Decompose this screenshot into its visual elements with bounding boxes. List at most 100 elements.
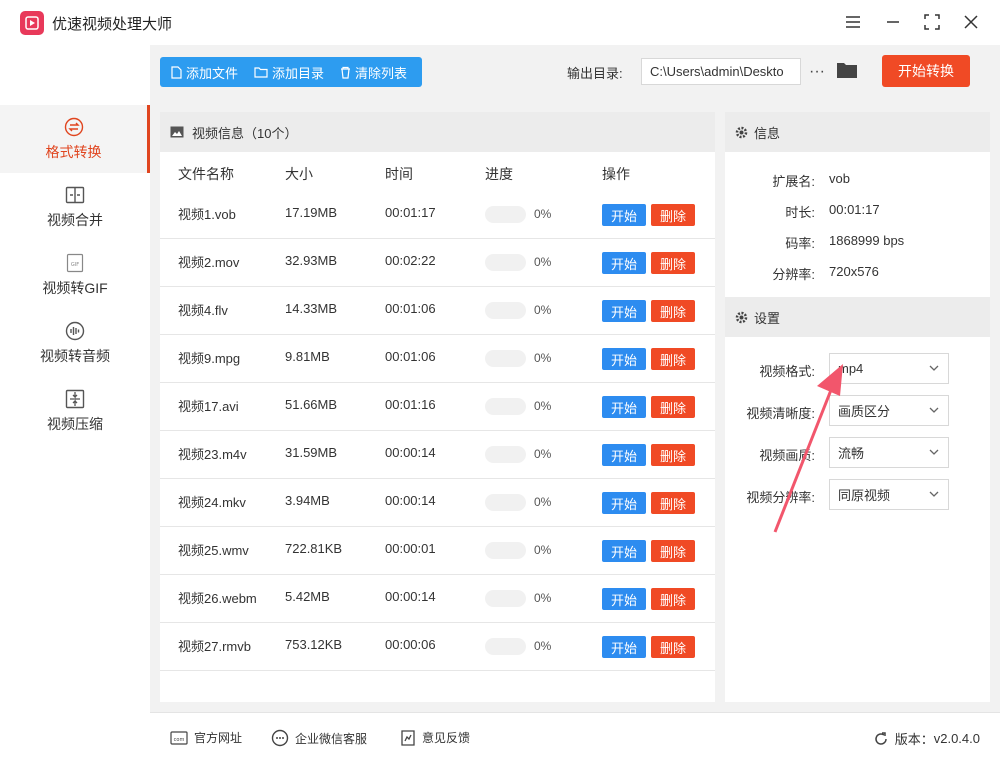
sidebar-item-compress[interactable]: 视频压缩 (0, 377, 150, 445)
progress-bar (485, 254, 526, 271)
minimize-icon[interactable] (881, 10, 905, 34)
menu-icon[interactable] (841, 10, 865, 34)
compress-icon (64, 388, 86, 410)
row-start-button[interactable]: 开始 (602, 300, 646, 322)
file-name: 视频1.vob (178, 207, 236, 222)
progress-percent: 0% (534, 591, 552, 605)
sidebar-item-gif[interactable]: GIF 视频转GIF (0, 241, 150, 309)
duration-label: 时长: (785, 205, 815, 220)
info-panel: 信息 扩展名: vob 时长: 00:01:17 码率: 1868999 bps… (725, 112, 990, 702)
row-delete-button[interactable]: 删除 (651, 252, 695, 274)
website-link[interactable]: com 官方网址 (170, 729, 242, 746)
table-row[interactable]: 视频25.wmv 722.81KB 00:00:01 0% 开始 删除 (160, 527, 715, 575)
table-row[interactable]: 视频26.webm 5.42MB 00:00:14 0% 开始 删除 (160, 575, 715, 623)
table-row[interactable]: 视频24.mkv 3.94MB 00:00:14 0% 开始 删除 (160, 479, 715, 527)
chevron-down-icon (929, 449, 939, 455)
row-delete-button[interactable]: 删除 (651, 492, 695, 514)
open-folder-icon[interactable] (836, 60, 858, 82)
table-row[interactable]: 视频17.avi 51.66MB 00:01:16 0% 开始 删除 (160, 383, 715, 431)
row-start-button[interactable]: 开始 (602, 492, 646, 514)
feedback-link[interactable]: 意见反馈 (400, 729, 470, 746)
trash-icon (341, 66, 351, 79)
add-file-button[interactable]: 添加文件 (171, 57, 238, 87)
row-delete-button[interactable]: 删除 (651, 588, 695, 610)
file-duration: 00:00:14 (385, 493, 436, 508)
file-duration: 00:00:14 (385, 589, 436, 604)
row-start-button[interactable]: 开始 (602, 636, 646, 658)
row-start-button[interactable]: 开始 (602, 396, 646, 418)
row-start-button[interactable]: 开始 (602, 588, 646, 610)
table-row[interactable]: 视频1.vob 17.19MB 00:01:17 0% 开始 删除 (160, 191, 715, 239)
browse-more-button[interactable]: ··· (807, 58, 827, 85)
col-progress: 进度 (485, 166, 513, 182)
file-name: 视频2.mov (178, 255, 240, 270)
resolution-value: 720x576 (829, 264, 879, 279)
file-duration: 00:00:06 (385, 637, 436, 652)
sidebar-item-format-convert[interactable]: 格式转换 (0, 105, 150, 173)
file-name: 视频23.m4v (178, 447, 247, 462)
chat-icon (271, 729, 289, 747)
bitrate-label: 码率: (785, 236, 815, 251)
row-delete-button[interactable]: 删除 (651, 636, 695, 658)
row-delete-button[interactable]: 删除 (651, 540, 695, 562)
start-convert-button[interactable]: 开始转换 (882, 55, 970, 87)
feedback-icon (401, 729, 415, 746)
progress-percent: 0% (534, 255, 552, 269)
file-duration: 00:00:01 (385, 541, 436, 556)
progress-bar (485, 206, 526, 223)
output-dir-input[interactable] (641, 58, 801, 85)
progress-bar (485, 302, 526, 319)
audio-icon (64, 320, 86, 342)
table-row[interactable]: 视频23.m4v 31.59MB 00:00:14 0% 开始 删除 (160, 431, 715, 479)
svg-text:com: com (174, 737, 185, 743)
progress-bar (485, 638, 526, 655)
row-start-button[interactable]: 开始 (602, 444, 646, 466)
table-row[interactable]: 视频2.mov 32.93MB 00:02:22 0% 开始 删除 (160, 239, 715, 287)
close-icon[interactable] (959, 10, 983, 34)
sidebar-item-audio[interactable]: 视频转音频 (0, 309, 150, 377)
sidebar-item-label: 视频压缩 (47, 416, 103, 432)
ext-value: vob (829, 171, 850, 186)
sidebar-item-merge[interactable]: 视频合并 (0, 173, 150, 241)
progress-percent: 0% (534, 495, 552, 509)
wechat-support-link[interactable]: 企业微信客服 (271, 729, 367, 747)
clear-list-button[interactable]: 清除列表 (340, 57, 407, 87)
file-duration: 00:01:06 (385, 301, 436, 316)
video-clarity-select[interactable]: 画质区分 (829, 395, 949, 426)
table-row[interactable]: 视频4.flv 14.33MB 00:01:06 0% 开始 删除 (160, 287, 715, 335)
maximize-icon[interactable] (920, 10, 944, 34)
video-resolution-select[interactable]: 同原视频 (829, 479, 949, 510)
file-size: 753.12KB (285, 637, 343, 652)
add-folder-button[interactable]: 添加目录 (254, 57, 324, 87)
file-duration: 00:01:06 (385, 349, 436, 364)
video-list-panel: 视频信息（10个） 文件名称 大小 时间 进度 操作 视频1.vob 17.19M… (160, 112, 715, 702)
table-row[interactable]: 视频27.rmvb 753.12KB 00:00:06 0% 开始 删除 (160, 623, 715, 671)
col-time: 时间 (385, 166, 413, 182)
progress-bar (485, 590, 526, 607)
refresh-icon (874, 731, 887, 745)
progress-bar (485, 446, 526, 463)
row-delete-button[interactable]: 删除 (651, 396, 695, 418)
row-start-button[interactable]: 开始 (602, 252, 646, 274)
row-start-button[interactable]: 开始 (602, 348, 646, 370)
row-start-button[interactable]: 开始 (602, 204, 646, 226)
gif-icon: GIF (64, 252, 86, 274)
gear-icon (735, 311, 748, 323)
progress-bar (485, 494, 526, 511)
version-value: v2.0.4.0 (933, 731, 980, 746)
chevron-down-icon (929, 491, 939, 497)
image-icon (170, 126, 184, 138)
video-quality-select[interactable]: 流畅 (829, 437, 949, 468)
version-label: 版本： (894, 732, 934, 747)
row-delete-button[interactable]: 删除 (651, 300, 695, 322)
table-row[interactable]: 视频9.mpg 9.81MB 00:01:06 0% 开始 删除 (160, 335, 715, 383)
row-delete-button[interactable]: 删除 (651, 204, 695, 226)
file-duration: 00:01:17 (385, 205, 436, 220)
row-delete-button[interactable]: 删除 (651, 348, 695, 370)
video-format-select[interactable]: mp4 (829, 353, 949, 384)
row-start-button[interactable]: 开始 (602, 540, 646, 562)
row-delete-button[interactable]: 删除 (651, 444, 695, 466)
sidebar-item-label: 视频合并 (47, 212, 103, 228)
feedback-label: 意见反馈 (422, 731, 471, 745)
file-duration: 00:00:14 (385, 445, 436, 460)
